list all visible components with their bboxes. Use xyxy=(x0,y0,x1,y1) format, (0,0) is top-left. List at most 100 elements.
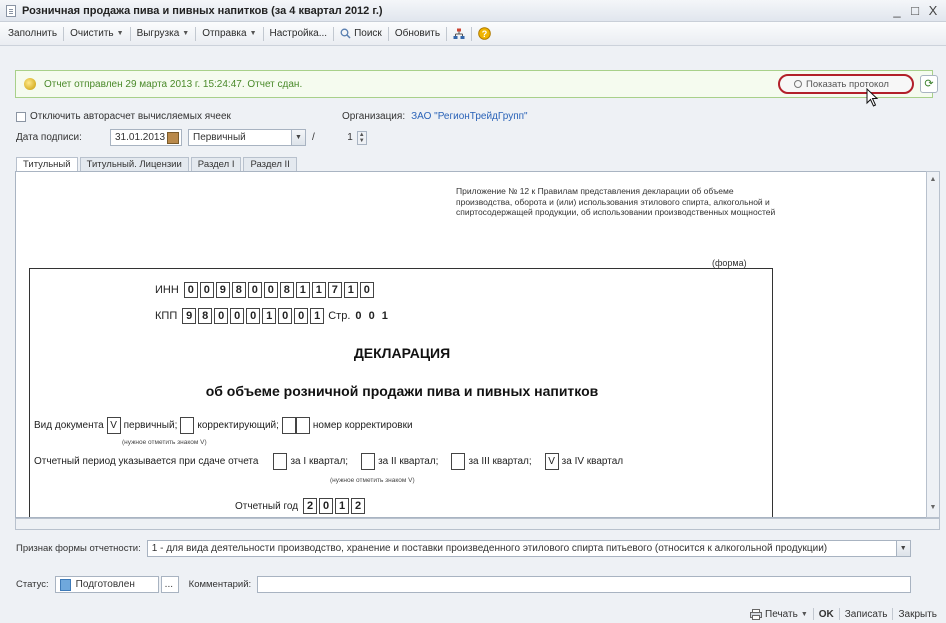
tab-title[interactable]: Титульный xyxy=(16,157,78,171)
clear-menu[interactable]: Очистить ▼ xyxy=(66,28,127,39)
inn-digit-cell[interactable]: 1 xyxy=(311,282,326,298)
primary-label: первичный; xyxy=(123,420,178,431)
print-menu[interactable]: Печать ▼ xyxy=(745,608,813,620)
organization-link[interactable]: ЗАО "РегионТрейдГрупп" xyxy=(411,111,527,122)
toolbar-separator xyxy=(471,26,473,41)
inn-digit-cell[interactable]: 0 xyxy=(263,282,278,298)
show-protocol-button[interactable]: Показать протокол xyxy=(778,74,914,94)
kpp-digit-cell[interactable]: 1 xyxy=(262,308,277,324)
close-button[interactable]: X xyxy=(926,3,940,18)
tab-bar: Титульный Титульный. Лицензии Раздел I Р… xyxy=(16,157,299,171)
form-sign-value: 1 - для вида деятельности производство, … xyxy=(151,543,828,554)
print-label: Печать xyxy=(765,608,798,620)
q3-checkbox[interactable] xyxy=(451,453,466,470)
status-value: Подготовлен xyxy=(75,579,135,590)
save-button[interactable]: Записать xyxy=(840,609,893,620)
primary-checkbox[interactable]: V xyxy=(106,417,121,434)
inn-digit-cell[interactable]: 0 xyxy=(247,282,262,298)
horizontal-scrollbar[interactable] xyxy=(15,518,940,530)
chevron-down-icon: ▼ xyxy=(182,30,190,37)
sign-date-row: Дата подписи: 31.01.2013 Первичный ▼ / 1… xyxy=(16,129,367,146)
kpp-digit-cell[interactable]: 0 xyxy=(294,308,309,324)
settings-button[interactable]: Настройка... xyxy=(266,28,332,39)
correction-number-cell-2[interactable] xyxy=(295,417,310,434)
tab-section-2[interactable]: Раздел II xyxy=(243,157,297,171)
vertical-scrollbar[interactable]: ▲ ▼ xyxy=(926,171,940,518)
year-label: Отчетный год xyxy=(235,500,299,512)
autocalc-checkbox[interactable] xyxy=(16,111,26,122)
inn-digit-cell[interactable]: 7 xyxy=(327,282,342,298)
status-field[interactable]: Подготовлен xyxy=(54,576,159,593)
status-row: Статус: Подготовлен ... Комментарий: xyxy=(16,576,912,593)
form-sign-label: Признак формы отчетности: xyxy=(16,543,141,554)
ok-button[interactable]: OK xyxy=(814,609,839,620)
help-button[interactable]: ? xyxy=(474,27,495,40)
status-select-button[interactable]: ... xyxy=(160,576,179,593)
inn-digit-cell[interactable]: 0 xyxy=(359,282,374,298)
close-form-button[interactable]: Закрыть xyxy=(893,609,942,620)
correction-number-cell-1[interactable] xyxy=(281,417,296,434)
inn-digit-cell[interactable]: 8 xyxy=(231,282,246,298)
toolbar: Заполнить Очистить ▼ Выгрузка ▼ Отправка ▼ … xyxy=(0,22,946,46)
inn-digit-cell[interactable]: 1 xyxy=(295,282,310,298)
year-digit-cell[interactable]: 2 xyxy=(303,498,318,514)
period-label: Отчетный период указывается при сдаче от… xyxy=(34,456,259,467)
q2-label: за II квартал; xyxy=(378,456,439,467)
q2-checkbox[interactable] xyxy=(361,453,376,470)
export-menu[interactable]: Выгрузка ▼ xyxy=(133,28,194,39)
tab-title-licenses[interactable]: Титульный. Лицензии xyxy=(79,157,189,171)
chevron-down-icon[interactable]: ▼ xyxy=(291,130,305,145)
send-menu[interactable]: Отправка ▼ xyxy=(198,28,260,39)
autocalc-label: Отключить авторасчет вычисляемых ячеек xyxy=(30,111,231,122)
q1-checkbox[interactable] xyxy=(273,453,288,470)
refresh-icon[interactable]: ⟳ xyxy=(920,75,938,93)
scroll-down-icon[interactable]: ▼ xyxy=(929,504,937,511)
inn-digit-cell[interactable]: 1 xyxy=(343,282,358,298)
corrective-checkbox[interactable] xyxy=(180,417,195,434)
year-digit-cell[interactable]: 0 xyxy=(319,498,334,514)
kpp-digit-cell[interactable]: 0 xyxy=(230,308,245,324)
kpp-digit-cell[interactable]: 1 xyxy=(310,308,325,324)
form-sign-select[interactable]: 1 - для вида деятельности производство, … xyxy=(146,540,911,557)
comment-input[interactable] xyxy=(257,576,912,593)
mouse-cursor-icon xyxy=(866,88,879,107)
scroll-up-icon[interactable]: ▲ xyxy=(929,176,937,183)
kpp-digit-cell[interactable]: 9 xyxy=(182,308,197,324)
search-icon xyxy=(340,28,351,39)
declaration-form: ИНН 009800811710 КПП 980001001 Стр. 0 0 … xyxy=(29,268,773,517)
year-digit-cell[interactable]: 2 xyxy=(351,498,366,514)
maximize-button[interactable]: □ xyxy=(908,3,922,18)
declaration-document: Приложение № 12 к Правилам представления… xyxy=(15,171,928,518)
structure-button[interactable] xyxy=(449,28,469,40)
inn-digit-cell[interactable]: 9 xyxy=(215,282,230,298)
toolbar-separator xyxy=(446,26,448,41)
mark-note-1: (нужное отметить знаком V) xyxy=(122,439,207,446)
inn-digit-cell[interactable]: 8 xyxy=(279,282,294,298)
doc-kind-select[interactable]: Первичный ▼ xyxy=(188,129,306,146)
minimize-button[interactable]: _ xyxy=(890,3,904,18)
q4-checkbox[interactable]: V xyxy=(544,453,559,470)
calendar-icon[interactable] xyxy=(167,131,179,144)
inn-digit-cell[interactable]: 0 xyxy=(199,282,214,298)
fill-button[interactable]: Заполнить xyxy=(4,28,61,39)
search-button[interactable]: Поиск xyxy=(336,28,386,39)
appendix-text: Приложение № 12 к Правилам представления… xyxy=(456,186,776,217)
inn-digit-cell[interactable]: 0 xyxy=(183,282,198,298)
sign-date-field[interactable]: 31.01.2013 xyxy=(110,129,182,146)
period-row: Отчетный период указывается при сдаче от… xyxy=(34,453,623,470)
number-spinner[interactable]: ▲ ▼ xyxy=(356,130,367,145)
tab-section-1[interactable]: Раздел I xyxy=(190,157,242,171)
number-value: 1 xyxy=(347,132,353,143)
update-button[interactable]: Обновить xyxy=(391,28,444,39)
year-digit-cell[interactable]: 1 xyxy=(335,498,350,514)
kpp-digit-cell[interactable]: 0 xyxy=(278,308,293,324)
kpp-label: КПП xyxy=(155,310,178,322)
kpp-digit-cell[interactable]: 8 xyxy=(198,308,213,324)
toolbar-separator xyxy=(262,26,264,41)
toolbar-separator xyxy=(195,26,197,41)
kpp-digit-cell[interactable]: 0 xyxy=(214,308,229,324)
chevron-down-icon[interactable]: ▼ xyxy=(895,541,910,556)
chevron-down-icon: ▼ xyxy=(116,30,124,37)
number-field[interactable]: 1 xyxy=(321,129,357,146)
kpp-digit-cell[interactable]: 0 xyxy=(246,308,261,324)
